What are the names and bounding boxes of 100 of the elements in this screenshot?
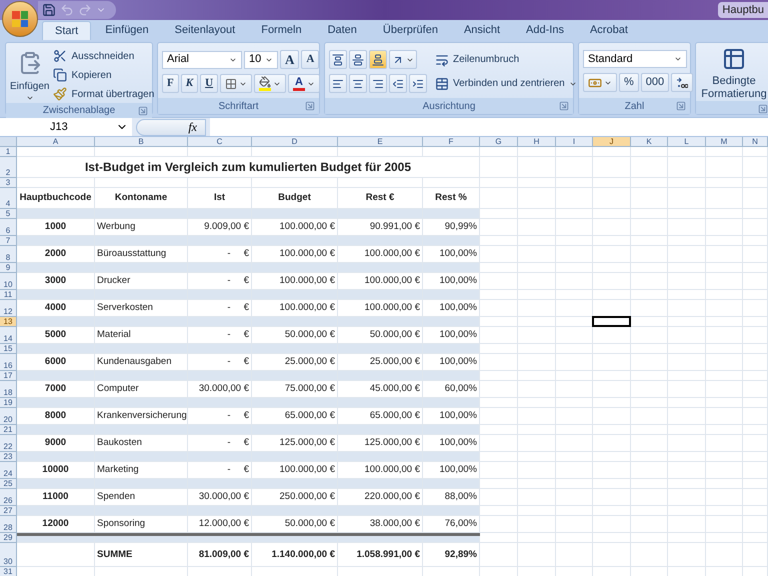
row-number[interactable]: 24: [0, 462, 17, 479]
row-number[interactable]: 4: [0, 188, 17, 209]
column-heading[interactable]: H: [518, 137, 556, 147]
ribbon-tab[interactable]: Daten: [316, 21, 369, 40]
bold-button[interactable]: F: [162, 74, 179, 93]
row-number[interactable]: 10: [0, 273, 17, 290]
column-heading[interactable]: D: [252, 137, 338, 147]
formula-input[interactable]: [210, 118, 768, 136]
fill-color-button[interactable]: [254, 74, 286, 93]
row-number[interactable]: 8: [0, 246, 17, 263]
format-painter-button[interactable]: Format übertragen: [53, 85, 154, 103]
align-left-button[interactable]: [329, 74, 347, 93]
row-number[interactable]: 30: [0, 543, 17, 567]
column-heading[interactable]: M: [706, 137, 743, 147]
dialog-launcher-icon[interactable]: [138, 106, 148, 116]
orientation-button[interactable]: [389, 50, 417, 69]
column-heading[interactable]: K: [631, 137, 668, 147]
copy-button[interactable]: Kopieren: [53, 66, 154, 84]
dialog-launcher-icon[interactable]: [758, 104, 768, 114]
merge-center-button[interactable]: Verbinden und zentrieren: [435, 74, 577, 93]
row-number[interactable]: 19: [0, 398, 17, 408]
column-heading[interactable]: C: [188, 137, 252, 147]
align-right-button[interactable]: [369, 74, 387, 93]
empty-cell: [480, 462, 518, 479]
ribbon-tab[interactable]: Formeln: [249, 21, 314, 40]
function-button[interactable]: fx: [136, 118, 206, 136]
column-heading[interactable]: L: [668, 137, 706, 147]
name-box[interactable]: J13: [0, 118, 132, 136]
column-heading[interactable]: G: [480, 137, 518, 147]
row-number[interactable]: 2: [0, 157, 17, 178]
column-heading[interactable]: J: [593, 137, 631, 147]
column-heading[interactable]: I: [556, 137, 593, 147]
row-number[interactable]: 31: [0, 567, 17, 576]
column-heading[interactable]: N: [743, 137, 768, 147]
empty-cell: [556, 489, 593, 506]
row-number[interactable]: 6: [0, 219, 17, 236]
percent-button[interactable]: %: [619, 73, 639, 92]
font-name-dropdown[interactable]: Arial: [162, 50, 242, 68]
row-number[interactable]: 14: [0, 327, 17, 344]
row-number[interactable]: 16: [0, 354, 17, 371]
ribbon-tab[interactable]: Einfügen: [93, 21, 161, 40]
align-bottom-button[interactable]: [369, 50, 387, 69]
row-number[interactable]: 17: [0, 371, 17, 381]
row-number[interactable]: 29: [0, 533, 17, 543]
font-color-button[interactable]: A: [288, 74, 320, 93]
ribbon-tab[interactable]: Acrobat: [578, 21, 640, 40]
row-number[interactable]: 25: [0, 479, 17, 489]
cut-button[interactable]: Ausschneiden: [53, 47, 154, 65]
dialog-launcher-icon[interactable]: [559, 101, 569, 111]
row-number[interactable]: 20: [0, 408, 17, 425]
row-number[interactable]: 12: [0, 300, 17, 317]
currency-button[interactable]: [583, 73, 617, 92]
group-label: Ausrichtung: [422, 100, 476, 114]
row-number[interactable]: 23: [0, 452, 17, 462]
row-number[interactable]: 18: [0, 381, 17, 398]
row-number[interactable]: 28: [0, 516, 17, 533]
increase-decimal-button[interactable]: [671, 73, 694, 92]
row-number[interactable]: 7: [0, 236, 17, 246]
row-number[interactable]: 5: [0, 209, 17, 219]
row-number[interactable]: 27: [0, 506, 17, 516]
align-center-button[interactable]: [349, 74, 367, 93]
ribbon-tab[interactable]: Seitenlayout: [162, 21, 248, 40]
column-heading[interactable]: F: [423, 137, 480, 147]
empty-cell: [556, 188, 593, 209]
empty-cell: [518, 435, 556, 452]
paste-button[interactable]: Einfügen: [10, 47, 50, 103]
font-size-dropdown[interactable]: 10: [244, 50, 278, 68]
align-middle-button[interactable]: [349, 50, 367, 69]
borders-button[interactable]: [220, 74, 252, 93]
row-number[interactable]: 9: [0, 263, 17, 273]
italic-button[interactable]: K: [180, 74, 198, 93]
copy-icon: [53, 68, 68, 82]
ribbon-tab[interactable]: Ansicht: [452, 21, 512, 40]
column-heading[interactable]: B: [95, 137, 188, 147]
row-number[interactable]: 21: [0, 425, 17, 435]
shrink-font-button[interactable]: A: [301, 50, 320, 69]
grow-font-button[interactable]: A: [280, 50, 300, 69]
row-number[interactable]: 15: [0, 344, 17, 354]
column-heading[interactable]: A: [17, 137, 95, 147]
thousands-button[interactable]: 000: [640, 73, 670, 92]
row-number[interactable]: 13: [0, 317, 17, 327]
dialog-launcher-icon[interactable]: [305, 101, 315, 111]
row-number[interactable]: 22: [0, 435, 17, 452]
row-number[interactable]: 1: [0, 147, 17, 157]
dialog-launcher-icon[interactable]: [676, 101, 686, 111]
underline-button[interactable]: U: [200, 74, 218, 93]
column-heading[interactable]: E: [338, 137, 423, 147]
increase-indent-button[interactable]: [409, 74, 427, 93]
decrease-indent-button[interactable]: [389, 74, 407, 93]
ribbon-tab[interactable]: Add-Ins: [514, 21, 576, 40]
ribbon-tab[interactable]: Start: [42, 21, 92, 40]
row-number[interactable]: 11: [0, 290, 17, 300]
empty-cell: [593, 435, 631, 452]
row-number[interactable]: 3: [0, 178, 17, 188]
align-top-button[interactable]: [329, 50, 347, 69]
wrap-text-button[interactable]: Zeilenumbruch: [435, 50, 577, 69]
ribbon-tab[interactable]: Überprüfen: [370, 21, 450, 40]
empty-cell: [556, 408, 593, 425]
row-number[interactable]: 26: [0, 489, 17, 506]
number-format-dropdown[interactable]: Standard: [583, 50, 687, 68]
